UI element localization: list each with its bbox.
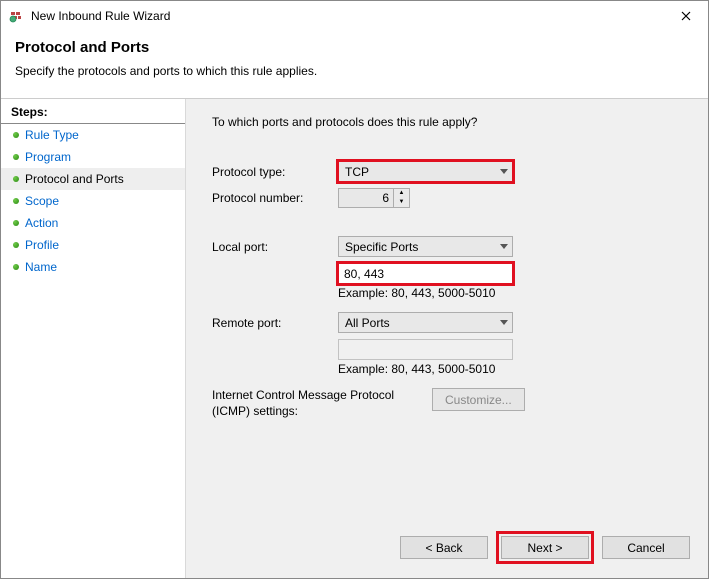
page-title: Protocol and Ports: [15, 39, 694, 56]
step-label: Name: [25, 260, 57, 274]
step-label: Protocol and Ports: [25, 172, 124, 186]
back-button[interactable]: < Back: [400, 536, 488, 559]
prompt-text: To which ports and protocols does this r…: [212, 115, 690, 129]
remote-port-row: Remote port: All Ports: [212, 312, 690, 333]
protocol-type-value: TCP: [345, 165, 369, 179]
remote-port-example: Example: 80, 443, 5000-5010: [338, 362, 690, 376]
protocol-number-row: Protocol number: 6 ▲ ▼: [212, 188, 690, 208]
step-label: Program: [25, 150, 71, 164]
next-button[interactable]: Next >: [501, 536, 589, 559]
remote-port-select[interactable]: All Ports: [338, 312, 513, 333]
local-port-select[interactable]: Specific Ports: [338, 236, 513, 257]
protocol-number-value: 6: [339, 191, 393, 205]
step-action[interactable]: Action: [1, 212, 185, 234]
protocol-type-select[interactable]: TCP: [338, 161, 513, 182]
spinner-down-icon[interactable]: ▼: [394, 198, 409, 207]
remote-port-input: [338, 339, 513, 360]
chevron-down-icon: [500, 320, 508, 325]
step-rule-type[interactable]: Rule Type: [1, 124, 185, 146]
chevron-down-icon: [500, 169, 508, 174]
titlebar: New Inbound Rule Wizard: [1, 1, 708, 31]
step-label: Scope: [25, 194, 59, 208]
protocol-type-label: Protocol type:: [212, 165, 338, 179]
bullet-icon: [13, 264, 19, 270]
protocol-number-label: Protocol number:: [212, 191, 338, 205]
bullet-icon: [13, 242, 19, 248]
remote-port-label: Remote port:: [212, 316, 338, 330]
cancel-button[interactable]: Cancel: [602, 536, 690, 559]
icmp-row: Internet Control Message Protocol (ICMP)…: [212, 388, 690, 419]
protocol-number-spinner[interactable]: 6 ▲ ▼: [338, 188, 410, 208]
bullet-icon: [13, 132, 19, 138]
local-port-input-row: [212, 263, 690, 284]
content-pane: To which ports and protocols does this r…: [186, 99, 708, 578]
step-program[interactable]: Program: [1, 146, 185, 168]
local-port-row: Local port: Specific Ports: [212, 236, 690, 257]
body-area: Steps: Rule Type Program Protocol and Po…: [1, 99, 708, 578]
step-label: Rule Type: [25, 128, 79, 142]
step-label: Action: [25, 216, 58, 230]
step-scope[interactable]: Scope: [1, 190, 185, 212]
spinner-up-icon[interactable]: ▲: [394, 189, 409, 198]
wizard-window: New Inbound Rule Wizard Protocol and Por…: [0, 0, 709, 579]
local-port-select-value: Specific Ports: [345, 240, 418, 254]
close-button[interactable]: [663, 1, 708, 31]
bullet-icon: [13, 176, 19, 182]
remote-port-input-row: [212, 339, 690, 360]
chevron-down-icon: [500, 244, 508, 249]
step-label: Profile: [25, 238, 59, 252]
steps-header: Steps:: [1, 101, 185, 124]
local-port-input[interactable]: [338, 263, 513, 284]
next-highlight: Next >: [496, 531, 594, 564]
local-port-example: Example: 80, 443, 5000-5010: [338, 286, 690, 300]
local-port-label: Local port:: [212, 240, 338, 254]
step-name[interactable]: Name: [1, 256, 185, 278]
protocol-type-row: Protocol type: TCP: [212, 161, 690, 182]
page-subtitle: Specify the protocols and ports to which…: [15, 64, 694, 78]
step-protocol-and-ports[interactable]: Protocol and Ports: [1, 168, 185, 190]
window-title: New Inbound Rule Wizard: [31, 9, 663, 23]
icmp-label: Internet Control Message Protocol (ICMP)…: [212, 388, 432, 419]
step-profile[interactable]: Profile: [1, 234, 185, 256]
customize-button: Customize...: [432, 388, 525, 411]
button-bar: < Back Next > Cancel: [400, 531, 690, 564]
steps-sidebar: Steps: Rule Type Program Protocol and Po…: [1, 99, 186, 578]
remote-port-select-value: All Ports: [345, 316, 390, 330]
bullet-icon: [13, 198, 19, 204]
header-area: Protocol and Ports Specify the protocols…: [1, 31, 708, 99]
spinner-arrows[interactable]: ▲ ▼: [393, 189, 409, 207]
bullet-icon: [13, 220, 19, 226]
bullet-icon: [13, 154, 19, 160]
firewall-icon: [9, 8, 25, 24]
